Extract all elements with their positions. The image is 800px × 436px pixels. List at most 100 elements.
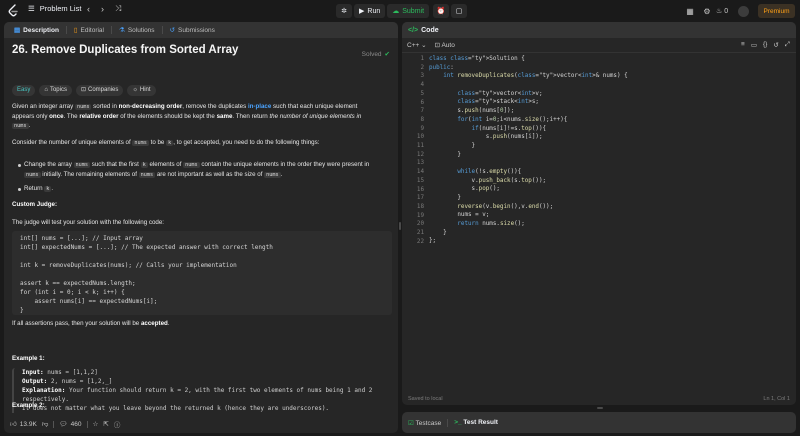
help-icon[interactable]: ⓘ bbox=[114, 419, 121, 429]
code-editor[interactable]: 1 2 3 4 5 6 7 8 9 10 11 12 13 14 15 16 17 18 19 20 21 22 clas… bbox=[402, 54, 796, 391]
solved-status: Solved ✔ bbox=[361, 51, 390, 58]
description-panel: ▤ Description ▯ Editorial ⚗ Solutions ↺ … bbox=[4, 22, 398, 433]
tab-divider bbox=[65, 26, 67, 34]
notes-button[interactable]: ▢ bbox=[451, 4, 468, 18]
test-panel: ☑ Testcase >_ Test Result bbox=[402, 412, 796, 433]
problem-list-button[interactable]: ☰ Problem List bbox=[28, 4, 81, 13]
example-2-heading: Example 2: bbox=[12, 402, 45, 409]
share-icon[interactable]: ⇱ bbox=[103, 420, 108, 428]
companies-button[interactable]: ⊡ Companies bbox=[75, 85, 124, 96]
prev-problem-icon[interactable]: ‹ bbox=[87, 4, 90, 14]
shuffle-icon[interactable]: ⤨ bbox=[115, 4, 121, 14]
code-line[interactable] bbox=[429, 159, 628, 168]
tab-editorial[interactable]: ▯ Editorial bbox=[70, 26, 108, 35]
tab-testcase[interactable]: ☑ Testcase bbox=[408, 419, 441, 427]
layout-button[interactable]: ▦ bbox=[683, 4, 697, 18]
code-line[interactable]: reverse(v.begin(),v.end()); bbox=[429, 203, 628, 212]
star-icon[interactable]: ☆ bbox=[93, 420, 99, 428]
code-line[interactable]: } bbox=[429, 194, 628, 203]
bookmark-icon[interactable]: ▭ bbox=[751, 41, 757, 49]
code-line[interactable]: int removeDuplicates(class="ty">vector<i… bbox=[429, 72, 627, 81]
custom-judge-heading: Custom Judge: bbox=[12, 201, 58, 208]
code-line[interactable]: v.push_back(s.top()); bbox=[429, 177, 628, 186]
timer-button[interactable]: ⏰ bbox=[433, 4, 450, 18]
streak-counter[interactable]: ♨ 0 bbox=[716, 4, 728, 18]
code-line[interactable]: class="ty">vector<int>v; bbox=[429, 90, 628, 99]
code-line[interactable]: s.pop(); bbox=[429, 185, 628, 194]
line-number: 3 bbox=[420, 73, 424, 80]
like-button[interactable]: 👍︎ 13.9K bbox=[10, 420, 37, 429]
comments-button[interactable]: 💬︎ 460 bbox=[59, 420, 81, 429]
checkbox-icon: ☑ bbox=[408, 419, 414, 427]
code-line[interactable]: s.push(nums[i]); bbox=[429, 133, 628, 142]
in-place-link[interactable]: in-place bbox=[248, 103, 271, 110]
code-line[interactable]: return nums.size(); bbox=[429, 220, 628, 229]
leetcode-logo[interactable] bbox=[7, 4, 19, 18]
code-lines[interactable]: class class="ty">Solution {public: int r… bbox=[429, 55, 628, 246]
notes-icon[interactable]: ≡ bbox=[741, 41, 745, 49]
judge-code-block: int[] nums = [...]; // Input array int[]… bbox=[12, 231, 392, 315]
tab-description[interactable]: ▤ Description bbox=[10, 26, 63, 35]
fullscreen-icon[interactable]: ⤢ bbox=[785, 41, 790, 49]
line-number: 18 bbox=[416, 203, 424, 210]
settings-button[interactable]: ⚙ bbox=[700, 4, 714, 18]
page-title: 26. Remove Duplicates from Sorted Array bbox=[12, 44, 239, 56]
flask-icon: ⚗ bbox=[118, 27, 125, 34]
code-line[interactable]: s.push(nums[0]); bbox=[429, 107, 628, 116]
lock-icon: ⊡ bbox=[80, 87, 87, 93]
code-line[interactable]: } bbox=[429, 142, 628, 151]
line-number: 4 bbox=[420, 82, 424, 89]
premium-button[interactable]: Premium bbox=[758, 4, 795, 18]
code-line[interactable] bbox=[429, 81, 628, 90]
auto-mode-toggle[interactable]: ⊡ Auto bbox=[435, 41, 455, 49]
lock-icon: ⊡ bbox=[434, 42, 441, 49]
hint-button[interactable]: ☼ Hint bbox=[127, 85, 156, 96]
code-line[interactable]: }; bbox=[429, 237, 628, 246]
debug-button[interactable]: ✲ bbox=[336, 4, 352, 18]
line-number: 12 bbox=[416, 151, 424, 158]
code-editor-panel: </> Code C++ ⌄ ⊡ Auto ≡ ▭ {} ↺ ⤢ 1234567… bbox=[402, 22, 796, 405]
divider bbox=[53, 420, 55, 428]
next-problem-icon[interactable]: › bbox=[101, 4, 104, 14]
code-brackets-icon: </> bbox=[408, 26, 419, 34]
code-tab[interactable]: </> Code bbox=[402, 22, 796, 38]
code-line[interactable]: if(nums[i]!=s.top()){ bbox=[429, 125, 628, 134]
tab-test-result[interactable]: >_ Test Result bbox=[454, 419, 498, 426]
line-number: 20 bbox=[416, 221, 424, 228]
line-number: 1 bbox=[420, 56, 424, 62]
language-select[interactable]: C++ ⌄ bbox=[407, 41, 427, 49]
tab-solutions[interactable]: ⚗ Solutions bbox=[115, 26, 159, 35]
difficulty-badge: Easy bbox=[12, 85, 36, 96]
dislike-button[interactable]: 👎︎ bbox=[42, 420, 49, 428]
tab-divider bbox=[447, 418, 449, 427]
check-circle-icon: ✔ bbox=[384, 51, 390, 58]
code-line[interactable]: } bbox=[429, 151, 628, 160]
code-line[interactable]: while(!s.empty()){ bbox=[429, 168, 628, 177]
document-icon: ▤ bbox=[14, 27, 21, 34]
code-line[interactable]: class="ty">stack<int>s; bbox=[429, 98, 628, 107]
format-icon[interactable]: {} bbox=[763, 41, 767, 49]
code-line[interactable]: } bbox=[429, 229, 628, 238]
run-button[interactable]: ▶ Run bbox=[354, 4, 386, 18]
reset-icon[interactable]: ↺ bbox=[773, 41, 778, 49]
tag-icon: ⌂ bbox=[44, 87, 48, 93]
panel-resize-handle[interactable] bbox=[399, 222, 401, 230]
topics-button[interactable]: ⌂ Topics bbox=[39, 85, 72, 96]
tab-divider bbox=[161, 26, 163, 34]
tab-submissions[interactable]: ↺ Submissions bbox=[166, 26, 219, 35]
panel-resize-handle[interactable] bbox=[597, 407, 603, 409]
list-icon: ☰ bbox=[28, 4, 35, 13]
line-number: 11 bbox=[416, 143, 424, 149]
submit-button[interactable]: ☁ Submit bbox=[387, 4, 430, 18]
avatar[interactable] bbox=[738, 4, 749, 18]
code-line[interactable]: for(int i=0;i<nums.size();i++){ bbox=[429, 116, 628, 125]
code-line[interactable]: nums = v; bbox=[429, 211, 628, 220]
line-number: 6 bbox=[420, 99, 424, 106]
code-line[interactable]: public: bbox=[429, 64, 628, 73]
code-line[interactable]: class class="ty">Solution { bbox=[429, 55, 628, 64]
test-tabs: ☑ Testcase >_ Test Result bbox=[402, 412, 796, 433]
chevron-down-icon: ⌄ bbox=[421, 42, 427, 49]
line-number: 10 bbox=[416, 134, 424, 141]
alarm-icon: ⏰ bbox=[436, 8, 446, 15]
line-number: 5 bbox=[420, 90, 424, 97]
